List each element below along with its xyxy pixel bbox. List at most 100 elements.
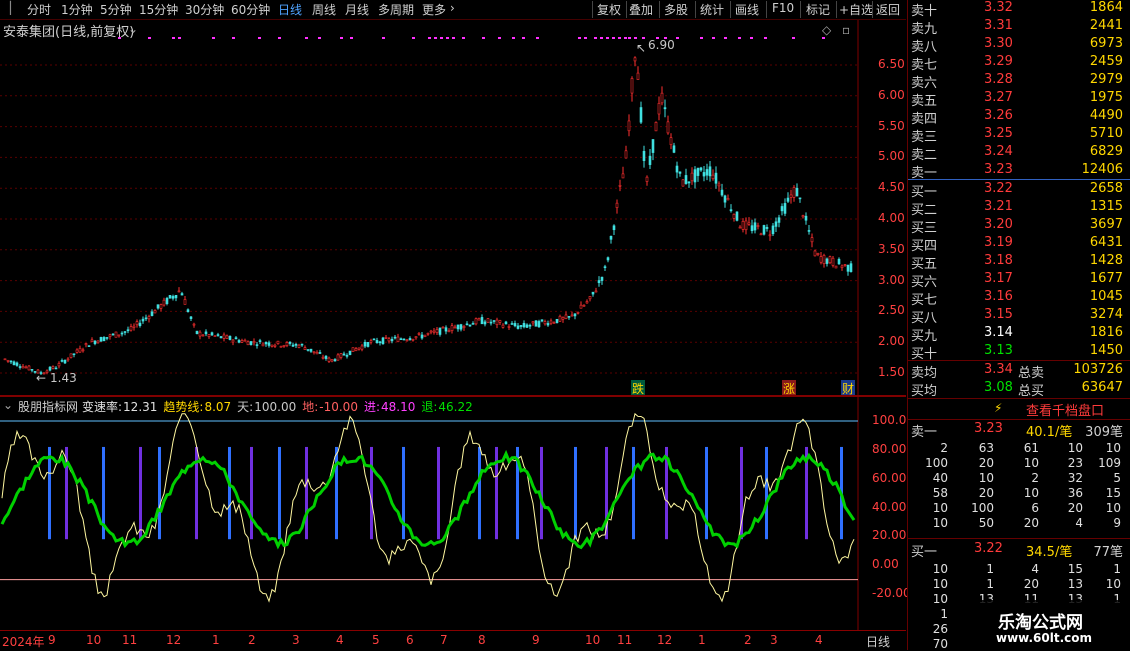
period-more[interactable]: 更多 [422,1,446,18]
period-fenshi[interactable]: 分时 [27,1,51,18]
signal-dot [318,37,321,39]
candle-body [102,337,106,342]
candle-body [756,225,760,227]
candle-body [399,338,403,340]
period-weekly[interactable]: 周线 [312,1,336,18]
sell-level-row[interactable]: 卖四 3.26 4490 [908,108,1130,127]
buy-level-row[interactable]: 买十 3.13 1450 [908,343,1130,362]
buy-level-price: 3.20 [984,217,1013,232]
queue-cell: 10 [1105,441,1121,455]
fuquan-button[interactable]: 复权 [597,1,621,18]
main-kline-chart[interactable]: 安泰集团(日线,前复权) ⌄ ◇ ▫ 6.90 1.43 ← ↖ 跌 涨 财 6… [0,20,906,397]
sell-level-row[interactable]: 卖八 3.30 6973 [908,36,1130,55]
sell-level-row[interactable]: 卖九 3.31 2441 [908,18,1130,37]
period-multi[interactable]: 多周期 [378,1,414,18]
draw-line-button[interactable]: 画线 [735,1,759,18]
signal-bar [632,446,635,540]
sell-level-row[interactable]: 卖六 3.28 2979 [908,72,1130,91]
indicator-menu-icon[interactable]: ⌄ [3,398,13,412]
buy-level-label: 买七 [911,293,938,308]
stats-button[interactable]: 统计 [700,1,724,18]
candle-body [438,327,442,335]
buy-level-row[interactable]: 买八 3.15 3274 [908,307,1130,326]
period-daily[interactable]: 日线 [278,1,302,18]
candle-body [753,222,757,231]
sell-level-row[interactable]: 卖五 3.27 1975 [908,90,1130,109]
candle-body [27,365,31,371]
buy-level-row[interactable]: 买七 3.16 1045 [908,289,1130,308]
spread-divider [908,179,1130,180]
mark-button[interactable]: 标记 [806,1,830,18]
f10-button[interactable]: F10 [772,1,794,15]
buy-level-volume: 1677 [1089,271,1123,286]
sell-level-row[interactable]: 卖七 3.29 2459 [908,54,1130,73]
signal-dot [594,37,597,39]
period-30min[interactable]: 30分钟 [185,1,224,18]
candle-body [30,369,34,371]
toolbar-divider [800,1,801,18]
buy-level-row[interactable]: 买一 3.22 2658 [908,181,1130,200]
period-15min[interactable]: 15分钟 [139,1,178,18]
signal-dot [382,37,385,39]
buy-level-row[interactable]: 买九 3.14 1816 [908,325,1130,344]
candle-body [180,293,184,296]
candle-body [621,173,625,179]
legend-label: 趋势线: [163,400,204,414]
overlay-button[interactable]: 叠加 [629,1,653,18]
period-5min[interactable]: 5分钟 [100,1,132,18]
chevron-down-icon[interactable]: ⌄ [128,22,138,36]
sell-level-row[interactable]: 卖十 3.32 1864 [908,0,1130,19]
buy-level-row[interactable]: 买二 3.21 1315 [908,199,1130,218]
signal-dot [618,37,621,39]
month-label: 2 [248,633,256,647]
queue-cell: 2 [1031,471,1039,485]
buy-level-price: 3.18 [984,253,1013,268]
candle-body [591,291,595,295]
candle-body [759,233,763,236]
sell-level-row[interactable]: 卖一 3.23 12406 [908,162,1130,181]
candle-body [210,332,214,336]
collapse-icon[interactable]: ▏ [10,1,19,15]
buy-level-row[interactable]: 买六 3.17 1677 [908,271,1130,290]
multi-stock-button[interactable]: 多股 [664,1,688,18]
queue-cell: 109 [1098,456,1121,470]
candle-body [231,339,235,343]
buy-level-row[interactable]: 买三 3.20 3697 [908,217,1130,236]
candle-body [114,331,118,338]
sell-level-price: 3.32 [984,0,1013,15]
sell-level-row[interactable]: 卖三 3.25 5710 [908,126,1130,145]
candle-body [168,295,172,299]
back-button[interactable]: 返回 [876,1,900,18]
sell-level-price: 3.27 [984,90,1013,105]
candle-body [15,362,19,366]
chevron-right-icon[interactable]: › [450,1,455,15]
diamond-icon[interactable]: ◇ [822,23,831,37]
sell-level-label: 卖六 [911,76,938,91]
candle-body [693,169,697,183]
buy-level-row[interactable]: 买四 3.19 6431 [908,235,1130,254]
buy-level-label: 买一 [911,185,938,200]
view-depth-button[interactable]: ⚡ 查看千档盘口 [908,399,1130,419]
candle-body [675,165,679,173]
buy1-detail-row: 买一 3.22 34.5/笔 77笔 [908,541,1130,560]
queue-cell: 10 [932,592,948,606]
sell-level-volume: 6829 [1089,144,1123,159]
candle-body [405,339,409,342]
candle-body [153,310,157,314]
signal-dot [642,37,645,39]
window-icon[interactable]: ▫ [842,23,850,37]
indicator-panel[interactable]: ⌄ 股朋指标网 变速率:12.31 趋势线:8.07 天:100.00 地:-10.0… [0,397,911,630]
period-monthly[interactable]: 月线 [345,1,369,18]
signal-dot [258,37,261,39]
buy-level-label: 买九 [911,329,938,344]
queue-cell: 10 [1067,441,1083,455]
signal-dot [172,37,175,39]
sell-level-row[interactable]: 卖二 3.24 6829 [908,144,1130,163]
candle-body [309,348,313,352]
period-60min[interactable]: 60分钟 [231,1,270,18]
period-1min[interactable]: 1分钟 [61,1,93,18]
candle-body [423,334,427,337]
buy-level-row[interactable]: 买五 3.18 1428 [908,253,1130,272]
signal-dot [600,37,603,39]
add-watchlist-button[interactable]: +自选 [839,1,873,18]
